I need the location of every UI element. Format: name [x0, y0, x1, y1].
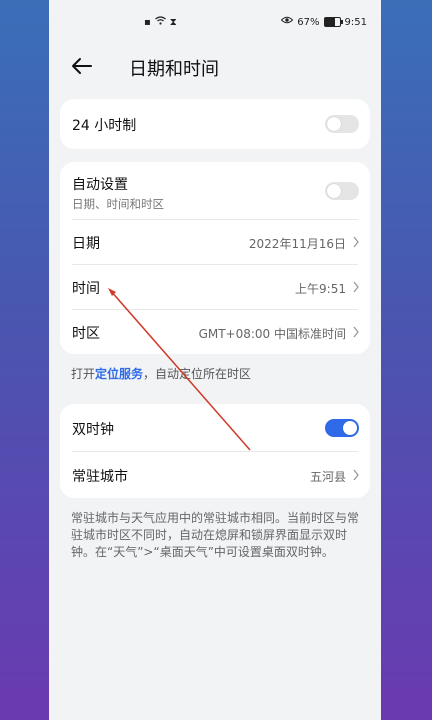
label-home-city: 常驻城市 [72, 469, 128, 485]
toggle-knob [343, 421, 357, 435]
value-timezone: GMT+08:00 中国标准时间 [198, 327, 346, 341]
row-timezone[interactable]: 时区 GMT+08:00 中国标准时间 [60, 310, 370, 354]
toggle-auto-set[interactable] [325, 182, 359, 200]
row-dual-clock[interactable]: 双时钟 [60, 404, 370, 451]
hint-prefix: 打开 [71, 367, 96, 381]
row-home-city[interactable]: 常驻城市 五河县 [60, 452, 370, 498]
chevron-right-icon [353, 281, 359, 293]
chevron-right-icon [353, 469, 359, 481]
label-dual-clock: 双时钟 [72, 422, 114, 438]
card-24h: 24 小时制 [60, 99, 370, 149]
notification-icon: ▪ [144, 16, 151, 28]
phone-screen: ▪ ⧗ 67% 9:51 日期和时间 24 小时制 自动设置 日期、时间和时区 … [49, 0, 381, 720]
status-bar: ▪ ⧗ 67% 9:51 [49, 0, 381, 46]
battery-icon [323, 17, 343, 27]
eye-icon [281, 16, 294, 28]
chevron-right-icon [353, 236, 359, 248]
label-time: 时间 [72, 281, 100, 297]
location-service-link[interactable]: 定位服务 [95, 367, 143, 381]
clock: 9:51 [344, 16, 367, 28]
card-datetime: 自动设置 日期、时间和时区 日期 2022年11月16日 时间 上午9:51 时… [60, 162, 370, 354]
chevron-right-icon [353, 326, 359, 338]
page-title: 日期和时间 [129, 59, 219, 80]
card-dual-clock: 双时钟 常驻城市 五河县 [60, 404, 370, 498]
back-arrow-icon[interactable] [69, 53, 95, 79]
wifi-icon [154, 16, 166, 29]
header: 日期和时间 [49, 46, 381, 88]
battery-fill [324, 18, 335, 26]
toggle-dual-clock[interactable] [325, 419, 359, 437]
value-home-city: 五河县 [309, 470, 346, 484]
label-timezone: 时区 [72, 326, 100, 342]
row-time[interactable]: 时间 上午9:51 [60, 265, 370, 309]
hourglass-icon: ⧗ [169, 16, 177, 28]
row-date[interactable]: 日期 2022年11月16日 [60, 220, 370, 264]
battery-percent: 67% [297, 16, 320, 28]
sublabel-auto-set: 日期、时间和时区 [72, 197, 164, 211]
row-auto-set[interactable]: 自动设置 日期、时间和时区 [60, 162, 370, 219]
toggle-knob [327, 117, 341, 131]
label-24h: 24 小时制 [72, 118, 137, 134]
dual-clock-note: 常驻城市与天气应用中的常驻城市相同。当前时区与常驻城市时区不同时，自动在熄屏和锁… [71, 511, 360, 559]
toggle-knob [327, 184, 341, 198]
status-left-icons: ▪ ⧗ [144, 16, 177, 29]
status-right-icons: 67% 9:51 [281, 16, 367, 28]
hint-suffix: ，自动定位所在时区 [143, 367, 252, 381]
value-date: 2022年11月16日 [248, 237, 346, 251]
location-hint: 打开定位服务，自动定位所在时区 [71, 365, 251, 382]
label-date: 日期 [72, 236, 100, 252]
label-auto-set: 自动设置 [72, 177, 128, 193]
value-time: 上午9:51 [295, 282, 346, 296]
toggle-24h[interactable] [325, 115, 359, 133]
row-24h[interactable]: 24 小时制 [60, 99, 370, 149]
